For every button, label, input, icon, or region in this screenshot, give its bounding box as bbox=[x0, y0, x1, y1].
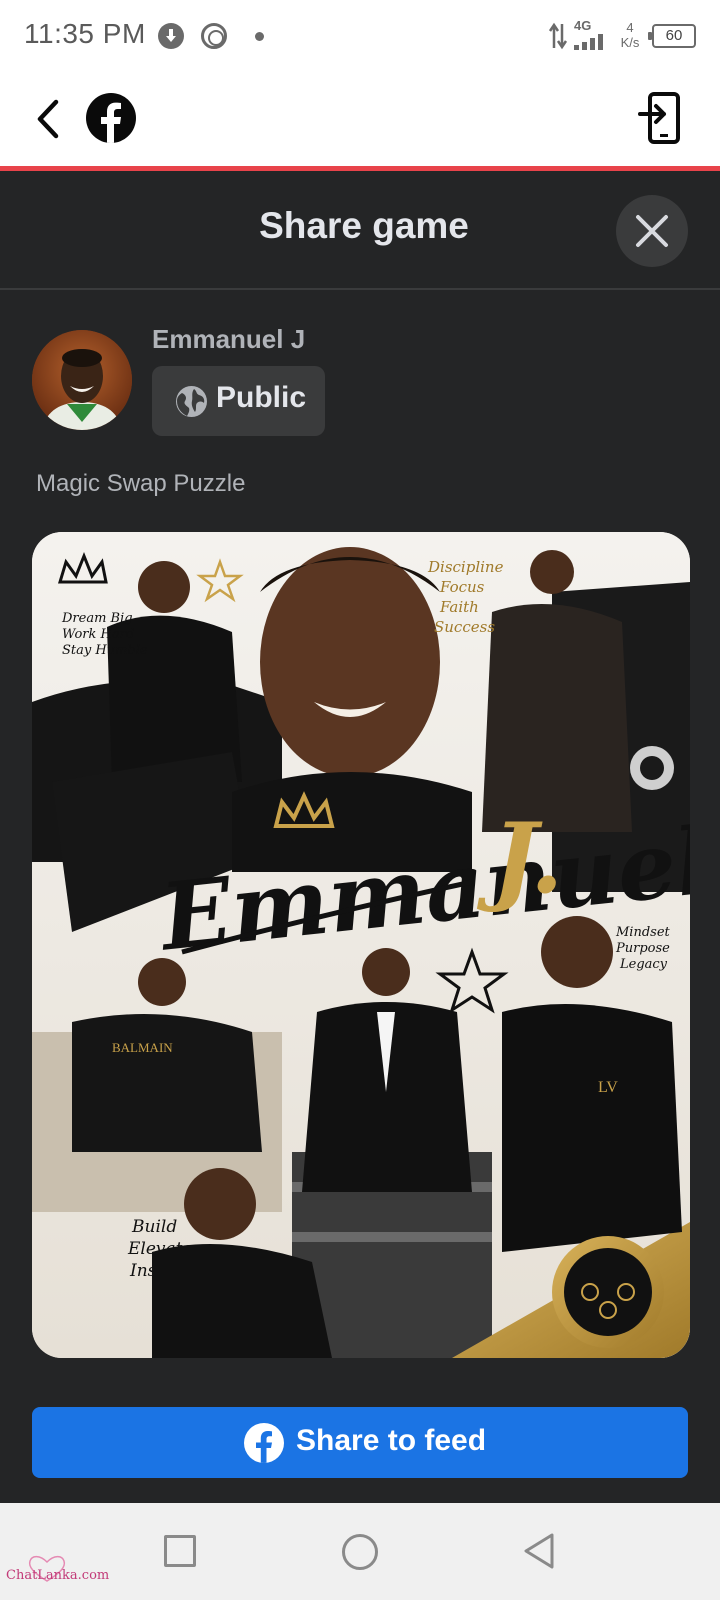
chevron-left-icon[interactable] bbox=[30, 96, 70, 142]
data-arrows-icon bbox=[548, 22, 568, 50]
share-to-feed-label: Share to feed bbox=[296, 1424, 487, 1457]
network-type: 4G bbox=[574, 18, 592, 33]
quote-top-left-1: Dream Big bbox=[61, 611, 133, 626]
quote-mid-right-3: Legacy bbox=[619, 957, 668, 972]
recents-square-icon[interactable] bbox=[164, 1535, 196, 1567]
quote-mid-right-1: Mindset bbox=[615, 925, 671, 940]
network-speed-unit: K/s bbox=[620, 35, 640, 50]
home-circle-icon[interactable] bbox=[342, 1534, 378, 1570]
game-preview-image: Emmanuel J. Dream Big Work Hard Stay Hum… bbox=[32, 532, 690, 1358]
facebook-logo-icon[interactable] bbox=[86, 93, 136, 143]
quote-top-right-3: Faith bbox=[439, 598, 479, 616]
facebook-logo-icon bbox=[244, 1423, 284, 1463]
quote-top-right-2: Focus bbox=[439, 578, 485, 596]
status-bar: 11:35 PM 4G 4 K/s 60 bbox=[0, 0, 720, 72]
quote-top-right-4: Success bbox=[434, 618, 495, 636]
close-icon bbox=[636, 215, 668, 247]
notification-dot-icon bbox=[255, 32, 264, 41]
download-icon bbox=[158, 23, 184, 49]
battery-icon: 60 bbox=[648, 24, 696, 48]
game-name: Magic Swap Puzzle bbox=[36, 470, 246, 497]
monogram: LV bbox=[598, 1079, 618, 1096]
sheet-divider bbox=[0, 288, 720, 290]
avatar bbox=[32, 330, 132, 430]
network-speed: 4 K/s bbox=[616, 20, 644, 50]
svg-text:Dream Big Work Hard: Dream Big Work Hard Stay Humble bbox=[61, 611, 148, 658]
quote-top-right-1: Discipline bbox=[427, 558, 504, 576]
user-name: Emmanuel J bbox=[152, 324, 306, 354]
sync-ring-icon bbox=[201, 23, 227, 49]
status-time: 11:35 PM bbox=[24, 18, 146, 49]
privacy-label: Public bbox=[216, 381, 307, 414]
close-button[interactable] bbox=[616, 195, 688, 267]
quote-bottom-left-1: Build bbox=[131, 1217, 177, 1237]
exit-app-icon[interactable] bbox=[638, 92, 684, 144]
network-speed-value: 4 bbox=[626, 20, 634, 35]
shirt-text: BALMAIN bbox=[112, 1040, 173, 1055]
quote-top-left-3: Stay Humble bbox=[62, 643, 148, 658]
globe-icon bbox=[176, 386, 207, 417]
watermark: ChatLanka.com bbox=[6, 1568, 110, 1583]
svg-text:Mindset Purpose Le: Mindset Purpose Legacy bbox=[615, 925, 674, 972]
sheet-title: Share game bbox=[259, 205, 469, 246]
signal-icon bbox=[574, 34, 606, 50]
quote-mid-right-2: Purpose bbox=[615, 941, 670, 956]
quote-top-left-2: Work Hard bbox=[62, 627, 134, 642]
back-triangle-icon[interactable] bbox=[522, 1532, 556, 1570]
